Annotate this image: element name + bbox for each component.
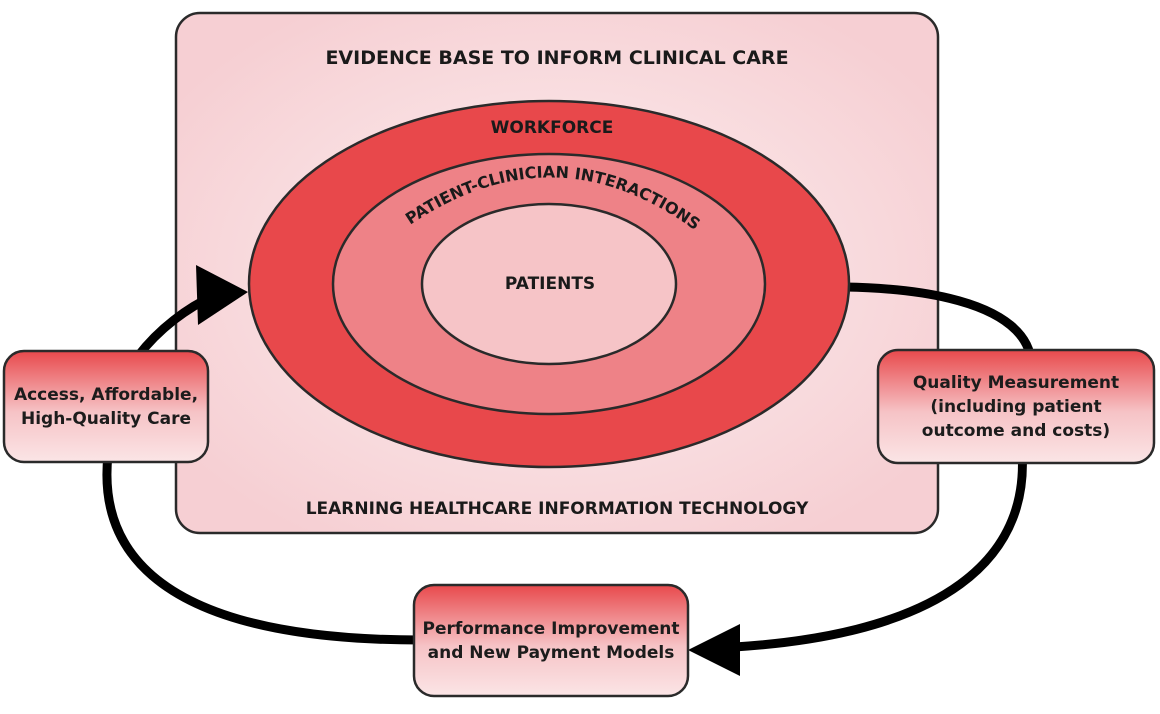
performance-improvement-box <box>412 583 690 698</box>
quality-measurement-box <box>876 348 1156 465</box>
care-model-diagram: EVIDENCE BASE TO INFORM CLINICAL CARE LE… <box>2 11 1156 698</box>
patients-label: PATIENTS <box>505 274 595 294</box>
arrowhead-bottom-icon <box>688 624 740 676</box>
frame-top-label: EVIDENCE BASE TO INFORM CLINICAL CARE <box>325 47 788 69</box>
frame-bottom-label: LEARNING HEALTHCARE INFORMATION TECHNOLO… <box>306 499 809 519</box>
workforce-label: WORKFORCE <box>491 118 614 138</box>
access-care-box <box>2 349 210 464</box>
